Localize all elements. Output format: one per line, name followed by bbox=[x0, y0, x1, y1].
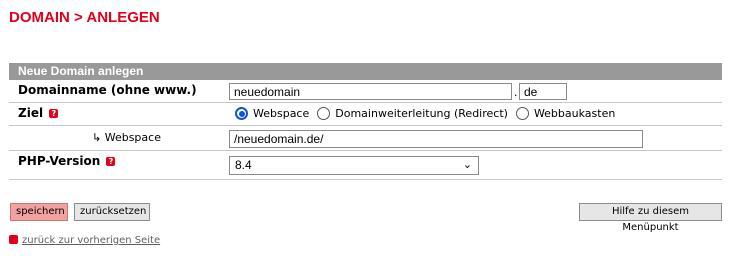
help-button[interactable]: Hilfe zu diesem Menüpunkt bbox=[579, 203, 722, 233]
webspace-path-row: ↳ Webspace bbox=[9, 126, 722, 151]
radio-webspace[interactable] bbox=[235, 107, 248, 120]
php-version-select[interactable]: 8.4 ⌄ bbox=[229, 156, 479, 175]
radio-webbaukasten[interactable] bbox=[515, 107, 529, 120]
reset-button[interactable]: zurücksetzen bbox=[74, 203, 150, 221]
tld-input[interactable] bbox=[519, 83, 567, 100]
domain-name-input[interactable] bbox=[229, 83, 512, 100]
help-question-icon[interactable]: ? bbox=[49, 109, 59, 118]
back-link[interactable]: zurück zur vorherigen Seite bbox=[9, 235, 160, 246]
webspace-path-label: ↳ Webspace bbox=[92, 131, 161, 144]
php-version-label: PHP-Version bbox=[18, 154, 101, 168]
ziel-label: Ziel bbox=[18, 106, 44, 120]
radio-webspace-label[interactable]: Webspace bbox=[253, 107, 309, 120]
chevron-down-icon: ⌄ bbox=[462, 159, 472, 171]
domain-dot-separator: . bbox=[514, 85, 518, 99]
save-button[interactable]: speichern bbox=[10, 203, 68, 221]
webspace-path-input[interactable] bbox=[229, 130, 643, 148]
radio-redirect-label[interactable]: Domainweiterleitung (Redirect) bbox=[335, 107, 508, 120]
new-domain-form: Neue Domain anlegen Domainname (ohne www… bbox=[9, 63, 722, 180]
domain-name-row: Domainname (ohne www.) . bbox=[9, 80, 722, 103]
php-version-row: PHP-Version ? 8.4 ⌄ bbox=[9, 151, 722, 180]
radio-redirect[interactable] bbox=[317, 107, 331, 120]
ziel-label-wrap: Ziel ? bbox=[18, 106, 59, 120]
back-link-label[interactable]: zurück zur vorherigen Seite bbox=[22, 235, 160, 246]
domain-name-label: Domainname (ohne www.) bbox=[18, 83, 197, 97]
page-title: DOMAIN > ANLEGEN bbox=[9, 9, 160, 26]
php-version-value: 8.4 bbox=[235, 158, 252, 172]
ziel-row: Ziel ? Webspace Domainweiterleitung (Red… bbox=[9, 103, 722, 126]
form-header: Neue Domain anlegen bbox=[9, 63, 722, 80]
back-arrow-icon bbox=[9, 235, 18, 244]
php-label-wrap: PHP-Version ? bbox=[18, 154, 116, 168]
ziel-radio-group: Webspace Domainweiterleitung (Redirect) … bbox=[235, 107, 623, 120]
help-question-icon[interactable]: ? bbox=[106, 157, 116, 166]
radio-webbaukasten-label[interactable]: Webbaukasten bbox=[534, 107, 615, 120]
